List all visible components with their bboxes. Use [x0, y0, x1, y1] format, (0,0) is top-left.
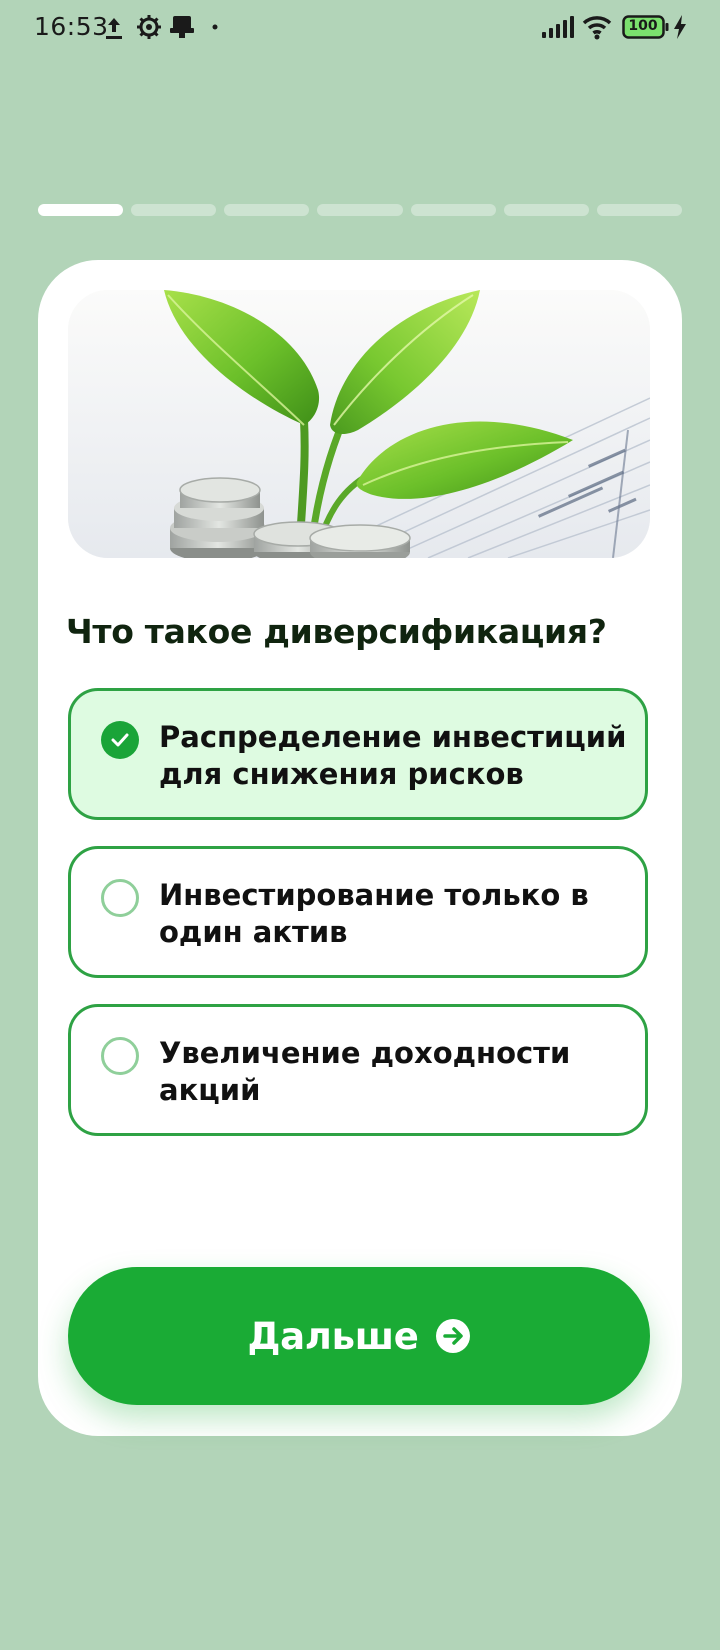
status-bar: 16:53 100 — [0, 0, 720, 56]
plant-sprout-coins-image — [68, 290, 650, 558]
progress-step — [131, 204, 217, 216]
progress-step — [410, 204, 496, 216]
arrow-right-circle-icon — [435, 1319, 470, 1353]
quiz-progress — [38, 204, 682, 216]
answer-option-label: Увеличение доходности акций — [159, 1036, 571, 1107]
answer-option-1[interactable]: Распределение инвестиций для снижения ри… — [68, 688, 648, 820]
hero-image — [68, 290, 650, 558]
radio-selected[interactable] — [101, 721, 139, 759]
progress-step — [503, 204, 589, 216]
answer-option-2[interactable]: Инвестирование только в один актив — [68, 846, 648, 978]
next-button-label: Дальше — [247, 1314, 419, 1358]
progress-step — [224, 204, 310, 216]
answer-option-label: Инвестирование только в один актив — [159, 878, 589, 949]
progress-step — [596, 204, 682, 216]
signal-icon — [542, 16, 574, 38]
quiz-card: Что такое диверсификация? Распределение … — [38, 260, 682, 1436]
progress-step — [317, 204, 403, 216]
wifi-icon — [582, 16, 612, 40]
radio-unselected[interactable] — [101, 1037, 139, 1075]
upload-icon — [106, 18, 122, 39]
progress-step — [38, 204, 124, 216]
notification-icon — [170, 16, 194, 38]
battery-level: 100 — [628, 18, 658, 34]
answer-option-3[interactable]: Увеличение доходности акций — [68, 1004, 648, 1136]
answer-option-label: Распределение инвестиций для снижения ри… — [159, 720, 627, 791]
radio-unselected[interactable] — [101, 879, 139, 917]
check-icon — [111, 733, 129, 747]
charging-icon — [674, 15, 686, 39]
dot-icon — [212, 24, 218, 30]
status-time: 16:53 — [34, 12, 109, 41]
question-title: Что такое диверсификация? — [66, 612, 607, 651]
gear-icon — [137, 15, 161, 39]
next-button[interactable]: Дальше — [68, 1267, 650, 1405]
